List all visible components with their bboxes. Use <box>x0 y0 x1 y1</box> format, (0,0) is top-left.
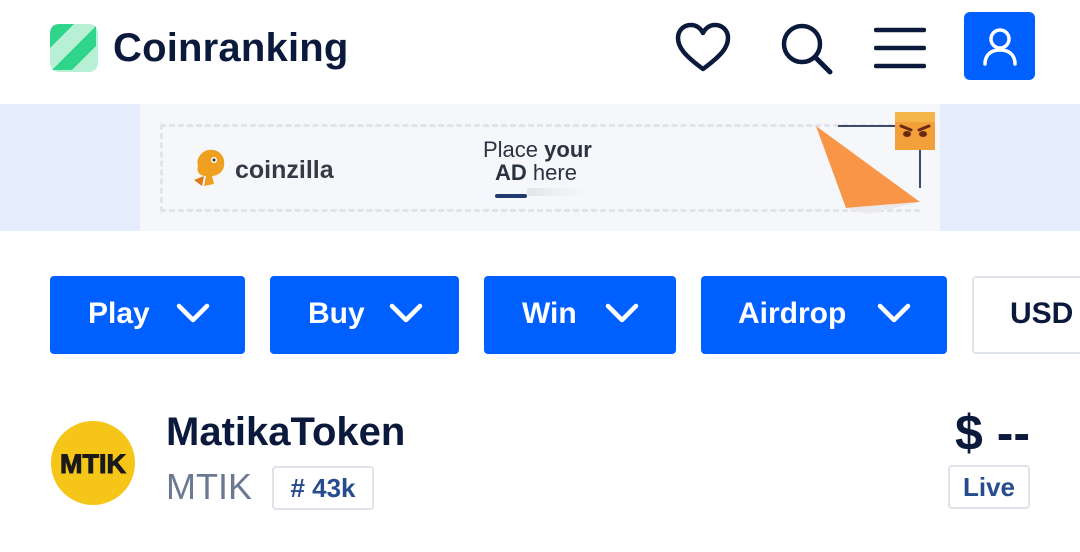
buy-filter-button[interactable]: Buy <box>270 276 459 354</box>
chevron-down-icon <box>605 303 639 323</box>
favorites-heart-icon[interactable] <box>671 16 735 80</box>
currency-label: USD <box>1010 297 1074 330</box>
ad-banner[interactable]: coinzilla Place your AD here <box>140 104 940 231</box>
live-status-badge: Live <box>948 465 1030 509</box>
airdrop-filter-label: Airdrop <box>738 297 847 330</box>
coinranking-logo-icon[interactable] <box>50 24 98 72</box>
chevron-down-icon <box>877 303 911 323</box>
coin-symbol: MTIK <box>166 466 252 507</box>
coin-logo[interactable]: MTIK <box>51 421 135 505</box>
coinzilla-wordmark: coinzilla <box>235 156 334 184</box>
chevron-down-icon <box>389 303 423 323</box>
hamburger-menu-icon[interactable] <box>868 16 932 80</box>
user-icon <box>982 28 1017 66</box>
coin-logo-text: MTIK <box>60 449 126 479</box>
coinzilla-mascot-icon <box>194 149 225 186</box>
play-filter-button[interactable]: Play <box>50 276 245 354</box>
ad-underline <box>495 194 527 198</box>
chevron-down-icon <box>176 303 210 323</box>
win-filter-label: Win <box>522 297 577 330</box>
ad-angry-emoji-flag-icon <box>816 112 935 214</box>
currency-select-button[interactable]: USD <box>972 276 1080 354</box>
brand-name[interactable]: Coinranking <box>113 26 349 71</box>
win-filter-button[interactable]: Win <box>484 276 676 354</box>
play-filter-label: Play <box>88 297 150 330</box>
user-account-button[interactable] <box>964 12 1035 80</box>
app-header: Coinranking <box>0 0 1080 104</box>
buy-filter-label: Buy <box>308 297 365 330</box>
ad-placeholder-text: Place your AD here <box>483 137 592 185</box>
airdrop-filter-button[interactable]: Airdrop <box>701 276 947 354</box>
ad-shadow <box>527 188 587 196</box>
search-icon[interactable] <box>774 16 838 80</box>
rank-badge: # 43k <box>272 466 374 510</box>
ad-band: coinzilla Place your AD here <box>0 104 1080 231</box>
coin-name[interactable]: MatikaToken <box>166 410 405 455</box>
coin-price: $ -- <box>955 405 1030 461</box>
